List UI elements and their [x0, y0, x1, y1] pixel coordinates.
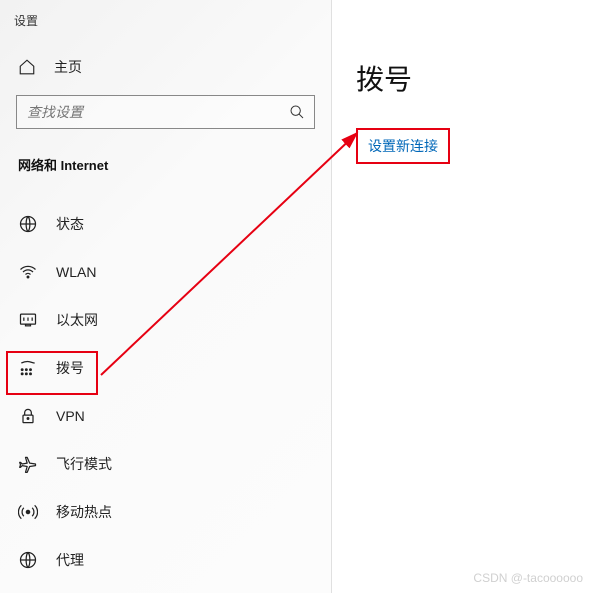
sidebar-item-airplane[interactable]: 飞行模式 [0, 440, 331, 488]
sidebar-item-label: 状态 [56, 214, 84, 234]
proxy-icon [18, 550, 38, 570]
sidebar-item-vpn[interactable]: VPN [0, 392, 331, 440]
new-connection-link[interactable]: 设置新连接 [368, 138, 438, 154]
sidebar-item-proxy[interactable]: 代理 [0, 536, 331, 584]
search-box[interactable] [16, 95, 315, 129]
sidebar-item-label: 以太网 [56, 310, 98, 330]
window-title: 设置 [0, 10, 331, 47]
sidebar-item-wlan[interactable]: WLAN [0, 248, 331, 296]
ethernet-icon [18, 310, 38, 330]
sidebar-item-status[interactable]: 状态 [0, 200, 331, 248]
main-panel: 拨号 设置新连接 [332, 0, 589, 593]
search-input[interactable] [16, 95, 315, 129]
sidebar-item-label: WLAN [56, 264, 96, 280]
vpn-icon [18, 406, 38, 426]
home-label: 主页 [54, 57, 82, 77]
page-title: 拨号 [356, 58, 579, 98]
airplane-icon [18, 454, 38, 474]
wifi-icon [18, 262, 38, 282]
sidebar-item-label: 移动热点 [56, 502, 112, 522]
sidebar-item-label: 代理 [56, 550, 84, 570]
sidebar: 设置 主页 网络和 Internet [0, 0, 332, 593]
annotation-highlight-link: 设置新连接 [356, 128, 450, 164]
dialup-icon [18, 358, 38, 378]
nav-list: 状态 WLAN [0, 200, 331, 584]
hotspot-icon [18, 502, 38, 522]
home-icon [18, 58, 36, 76]
sidebar-item-ethernet[interactable]: 以太网 [0, 296, 331, 344]
sidebar-item-label: 拨号 [56, 358, 84, 378]
sidebar-item-dialup[interactable]: 拨号 [0, 344, 331, 392]
home-button[interactable]: 主页 [0, 47, 331, 87]
status-icon [18, 214, 38, 234]
sidebar-item-label: 飞行模式 [56, 454, 112, 474]
sidebar-item-hotspot[interactable]: 移动热点 [0, 488, 331, 536]
section-header: 网络和 Internet [0, 133, 331, 180]
sidebar-item-label: VPN [56, 408, 85, 424]
search-icon [289, 104, 305, 120]
watermark: CSDN @-tacoooooo [473, 571, 583, 585]
